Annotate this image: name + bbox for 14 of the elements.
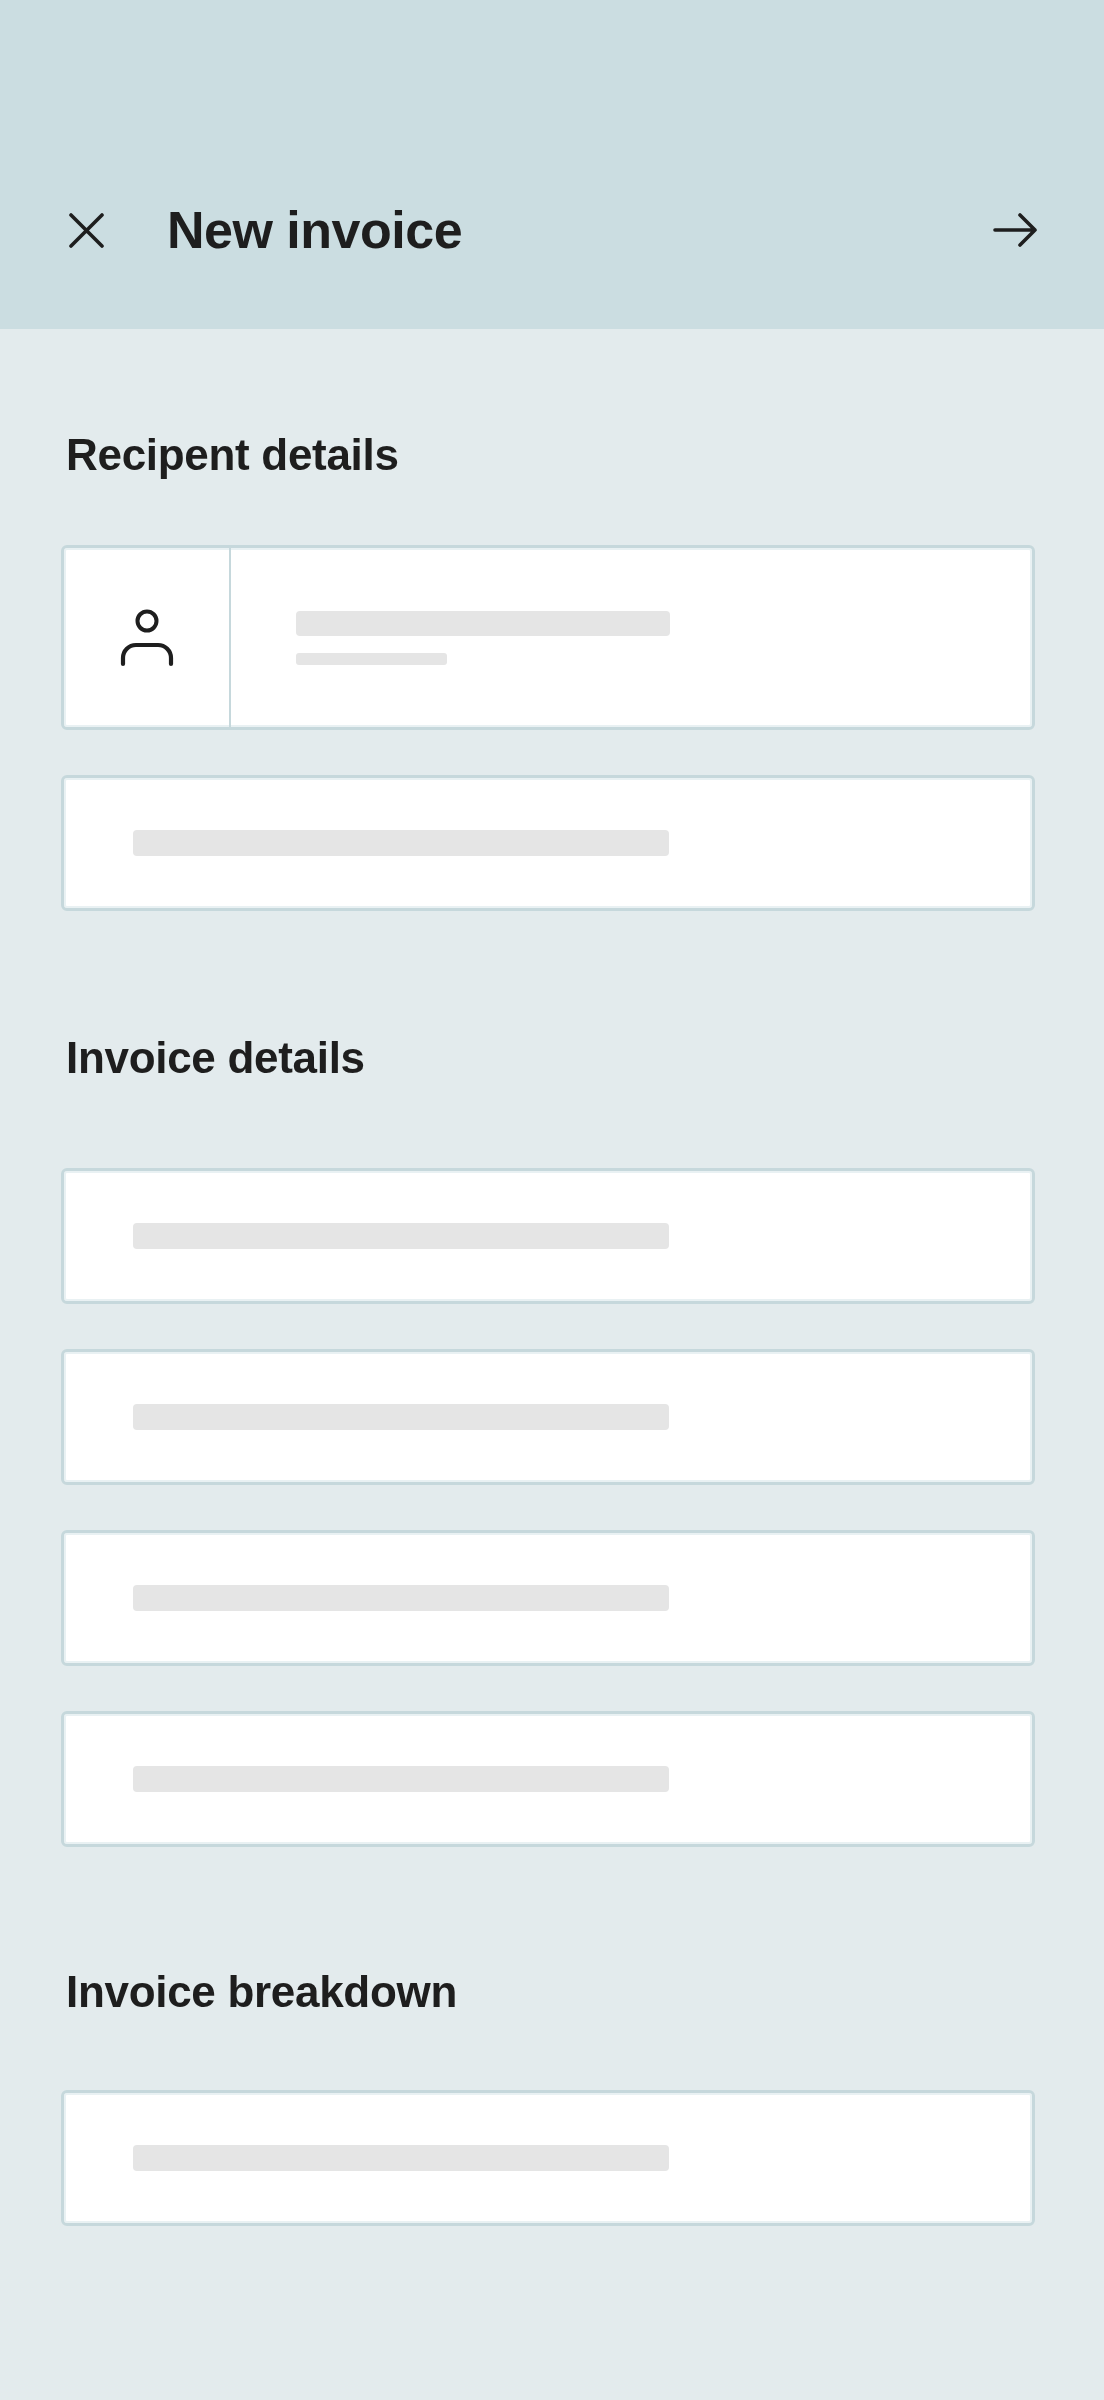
input-field[interactable] [61, 2090, 1035, 2226]
contact-field[interactable] [61, 545, 1035, 730]
close-icon[interactable] [69, 212, 104, 248]
input-field[interactable] [61, 1349, 1035, 1485]
section-heading: Recipent details [66, 431, 400, 479]
section-heading: Invoice breakdown [66, 1968, 458, 2016]
input-field[interactable] [61, 1168, 1035, 1304]
input-field[interactable] [61, 1711, 1035, 1847]
page-title: New invoice [167, 200, 464, 260]
person-icon [119, 608, 174, 667]
section-heading: Invoice details [66, 1034, 366, 1082]
input-field[interactable] [61, 775, 1035, 911]
input-field[interactable] [61, 1530, 1035, 1666]
arrow-right-icon[interactable] [993, 213, 1038, 247]
